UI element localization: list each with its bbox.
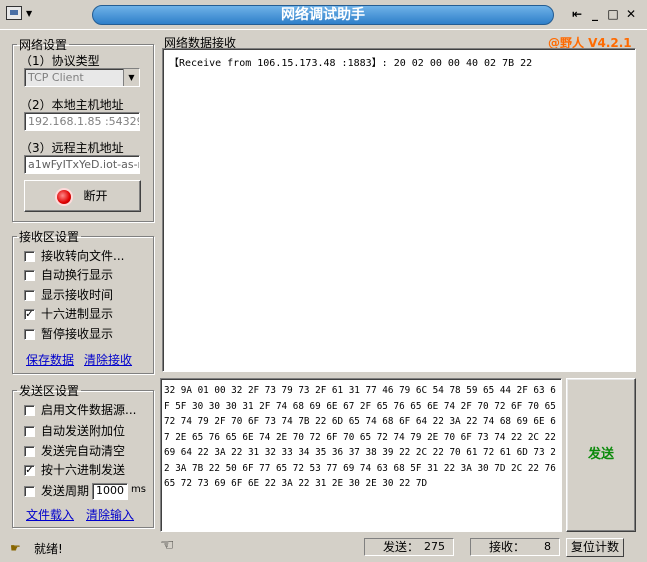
checkbox[interactable] xyxy=(24,486,35,497)
send-option-label: 发送周期 xyxy=(41,484,90,498)
close-button[interactable]: ✕ xyxy=(623,7,639,21)
disconnect-label: 断开 xyxy=(83,189,108,203)
sent-counter: 发送： 275 xyxy=(364,538,454,556)
send-option-hex-send[interactable]: ✓ 按十六进制发送 xyxy=(24,462,125,478)
recv-option-label: 自动换行显示 xyxy=(41,268,114,282)
sent-count: 275 xyxy=(424,540,445,553)
system-menu[interactable]: ▼ xyxy=(6,6,46,24)
checkbox[interactable] xyxy=(24,329,35,340)
recv-settings-legend: 接收区设置 xyxy=(19,230,80,244)
hand-pointer-icon: ☜ xyxy=(160,535,175,554)
minimize-button[interactable]: _ xyxy=(587,7,603,21)
recv-data-area[interactable]: 【Receive from 106.15.173.48 :1883】: 20 0… xyxy=(162,48,636,372)
recv-data-text: 【Receive from 106.15.173.48 :1883】: 20 0… xyxy=(169,58,533,69)
app-icon xyxy=(6,6,22,20)
protocol-select[interactable]: TCP Client ▼ xyxy=(24,68,140,87)
recv-count: 8 xyxy=(544,540,551,553)
net-settings-legend: 网络设置 xyxy=(19,38,68,52)
recv-option-redirect-file[interactable]: 接收转向文件... xyxy=(24,248,124,264)
send-option-label: 发送完自动清空 xyxy=(41,444,126,458)
disconnect-button[interactable]: 断开 xyxy=(24,180,141,212)
checkbox-checked[interactable]: ✓ xyxy=(24,309,35,320)
recv-option-label: 接收转向文件... xyxy=(41,249,125,263)
send-option-label: 自动发送附加位 xyxy=(41,424,126,438)
status-led-icon xyxy=(57,189,72,204)
send-settings-legend: 发送区设置 xyxy=(19,384,80,398)
period-unit: ms xyxy=(131,484,146,495)
recv-option-label: 暂停接收显示 xyxy=(41,327,114,341)
checkbox[interactable] xyxy=(24,446,35,457)
sent-label: 发送： xyxy=(383,540,420,554)
recv-option-pause[interactable]: 暂停接收显示 xyxy=(24,326,113,342)
local-address-field[interactable]: 192.168.1.85 :54329 xyxy=(24,112,140,131)
checkbox[interactable] xyxy=(24,251,35,262)
maximize-button[interactable]: □ xyxy=(605,7,621,21)
send-data-input[interactable]: 32 9A 01 00 32 2F 73 79 73 2F 61 31 77 4… xyxy=(160,378,562,532)
send-option-label: 启用文件数据源... xyxy=(41,403,137,417)
clear-recv-link[interactable]: 清除接收 xyxy=(84,351,132,368)
recv-option-auto-wrap[interactable]: 自动换行显示 xyxy=(24,267,113,283)
status-ready: 就绪! xyxy=(34,542,63,556)
checkbox-checked[interactable]: ✓ xyxy=(24,465,35,476)
recv-option-label: 显示接收时间 xyxy=(41,288,114,302)
remote-address-label: （3）远程主机地址 xyxy=(20,141,124,155)
chevron-down-icon: ▼ xyxy=(26,9,33,18)
send-option-append-bits[interactable]: 自动发送附加位 xyxy=(24,423,125,439)
ready-icon: ☛ xyxy=(10,541,21,555)
recv-counter: 接收： 8 xyxy=(470,538,560,556)
protocol-label: （1）协议类型 xyxy=(20,54,100,68)
clear-input-link[interactable]: 清除输入 xyxy=(86,506,134,523)
remote-address-field[interactable]: a1wFyITxYeD.iot-as-mq xyxy=(24,155,140,174)
send-option-file-source[interactable]: 启用文件数据源... xyxy=(24,402,136,418)
pin-icon[interactable]: ⇤ xyxy=(569,7,585,21)
load-file-link[interactable]: 文件载入 xyxy=(26,506,74,523)
window-title: 网络调试助手 xyxy=(92,5,554,25)
send-button[interactable]: 发送 xyxy=(566,378,636,532)
send-option-auto-clear[interactable]: 发送完自动清空 xyxy=(24,443,125,459)
reset-counter-button[interactable]: 复位计数 xyxy=(566,538,624,557)
checkbox[interactable] xyxy=(24,270,35,281)
local-address-label: （2）本地主机地址 xyxy=(20,98,124,112)
send-period-input[interactable]: 1000 xyxy=(92,483,128,500)
save-data-link[interactable]: 保存数据 xyxy=(26,351,74,368)
checkbox[interactable] xyxy=(24,426,35,437)
status-bar: ☛ 就绪! ☜ 发送： 275 接收： 8 复位计数 xyxy=(0,535,647,562)
chevron-down-icon[interactable]: ▼ xyxy=(123,69,139,86)
send-option-label: 按十六进制发送 xyxy=(41,463,126,477)
window-controls: ⇤ _ □ ✕ xyxy=(567,7,639,23)
protocol-value: TCP Client xyxy=(28,71,84,84)
recv-label: 接收： xyxy=(489,540,526,554)
title-bar: ▼ 网络调试助手 ⇤ _ □ ✕ xyxy=(0,0,647,30)
recv-option-show-time[interactable]: 显示接收时间 xyxy=(24,287,113,303)
checkbox[interactable] xyxy=(24,405,35,416)
recv-option-hex-display[interactable]: ✓ 十六进制显示 xyxy=(24,306,113,322)
send-option-period[interactable]: 发送周期 xyxy=(24,483,89,499)
checkbox[interactable] xyxy=(24,290,35,301)
recv-option-label: 十六进制显示 xyxy=(41,307,114,321)
